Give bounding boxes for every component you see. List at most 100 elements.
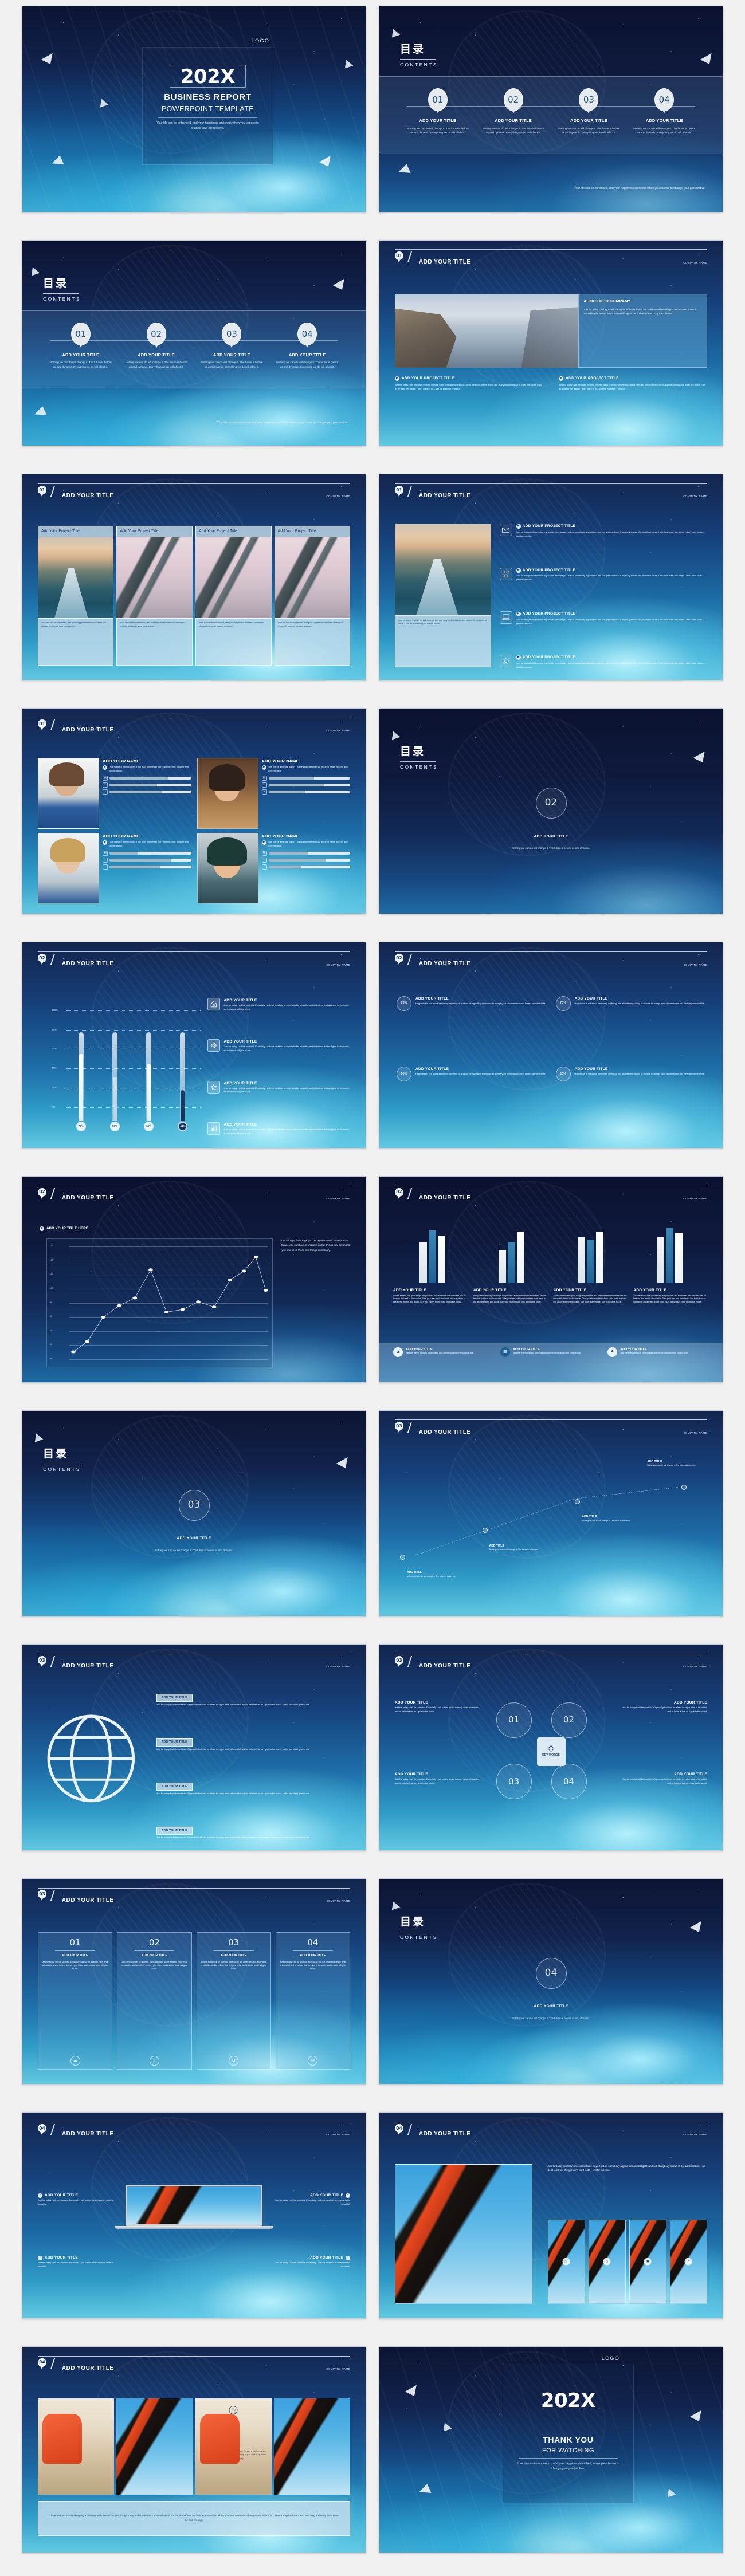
slide-section-02[interactable]: 目录 CONTENTS 02 ADD YOUR TITLE Nothing we… <box>379 707 723 915</box>
globe-row[interactable]: ADD YOUR TITLE Just for today I will be … <box>156 1694 350 1707</box>
slide-laptop[interactable]: 04 ADD YOUR TITLE COMPANY NAME • ADD YOU… <box>22 2112 366 2319</box>
slide-bar-chart[interactable]: 02 ADD YOUR TITLE COMPANY NAME ADD YOUR … <box>379 1175 723 1383</box>
contents-item[interactable]: 03 ADD YOUR TITLE Nothing we can do will… <box>194 323 270 369</box>
percent-item[interactable]: 75% ADD YOUR TITLE Happiness is not abou… <box>396 996 547 1061</box>
laptop-item[interactable]: • ADD YOUR TITLE Just for today I will b… <box>37 2193 117 2207</box>
slide-contents-a[interactable]: 目录 CONTENTS 01 ADD YOUR TITLE Nothing we… <box>379 6 723 213</box>
footer-item[interactable]: ♟ ADD YOUR TITLE Take the energy that yo… <box>607 1347 709 1357</box>
slide-about[interactable]: 01 ADD YOUR TITLE COMPANY NAME ABOUT OUR… <box>379 239 723 447</box>
contents-item[interactable]: 02 ADD YOUR TITLE Nothing we can do will… <box>119 323 194 369</box>
project-card[interactable]: Add Your Project Title Your life can be … <box>116 525 193 666</box>
section-number-pin: 04 <box>37 2358 46 2369</box>
team-member[interactable]: ADD YOUR NAME ▶ I will not be a mental l… <box>197 832 351 904</box>
slide-line-chart[interactable]: 02 ADD YOUR TITLE COMPANY NAME ◉ ADD YOU… <box>22 1175 366 1383</box>
keyword-circle[interactable]: 01 <box>496 1702 532 1738</box>
keyword-number: 04 <box>563 1776 575 1787</box>
slide-gallery[interactable]: 04 ADD YOUR TITLE COMPANY NAME ▢ Don't f… <box>22 2346 366 2553</box>
slide-globe[interactable]: 03 ADD YOUR TITLE COMPANY NAME ADD YOUR … <box>22 1644 366 1851</box>
gallery-image[interactable] <box>37 2398 115 2495</box>
icon-list-row[interactable]: ▶ ADD YOUR PROJECT TITLE Just for today … <box>499 567 707 583</box>
item-text: Just for today I will be unafraid. Espec… <box>223 1004 350 1010</box>
item-title: ADD YOUR TITLE <box>574 1067 608 1071</box>
section-number-pin: 02 <box>37 1187 46 1199</box>
slide-project-cards[interactable]: 01 ADD YOUR TITLE COMPANY NAME Add Your … <box>22 474 366 681</box>
info-card[interactable]: 02 ADD YOUR TITLE Just for today I will … <box>117 1932 192 2070</box>
gear-icon <box>499 655 512 668</box>
thumbnail[interactable]: ⌂ <box>588 2219 626 2304</box>
slide-four-cards[interactable]: 03 ADD YOUR TITLE COMPANY NAME 01 ADD YO… <box>22 1878 366 2085</box>
thermo-item[interactable]: ADD YOUR TITLE Just for today I will be … <box>207 1039 350 1053</box>
footer-item[interactable]: ▦ ADD YOUR TITLE Take the energy that yo… <box>500 1347 602 1357</box>
contents-item[interactable]: 04 ADD YOUR TITLE Nothing we can do will… <box>626 88 702 135</box>
slide-timeline[interactable]: 03 ADD YOUR TITLE COMPANY NAME ADD TITLE… <box>379 1410 723 1617</box>
timeline-node[interactable] <box>482 1527 488 1533</box>
percent-item[interactable]: 50% ADD YOUR TITLE Happiness is not abou… <box>396 1066 547 1131</box>
slide-header: 01 ADD YOUR TITLE COMPANY NAME <box>379 241 723 284</box>
bar-column[interactable]: ADD YOUR TITLE Always believe that good … <box>554 1288 629 1343</box>
project-card[interactable]: Add Your Project Title Your life can be … <box>274 525 351 666</box>
globe-row[interactable]: ADD YOUR TITLE Just for today I will be … <box>156 1782 350 1796</box>
laptop-item[interactable]: ADD YOUR TITLE • Just for today I will b… <box>271 2255 351 2269</box>
slide-thermometers[interactable]: 02 ADD YOUR TITLE COMPANY NAME 100% 80% … <box>22 942 366 1149</box>
contents-item[interactable]: 01 ADD YOUR TITLE Nothing we can do will… <box>400 88 476 135</box>
gallery-image[interactable] <box>273 2398 351 2495</box>
icon-list-row[interactable]: ▶ ADD YOUR PROJECT TITLE Just for today … <box>499 611 707 626</box>
timeline-node[interactable] <box>681 1484 687 1490</box>
icon-list-row[interactable]: ▶ ADD YOUR PROJECT TITLE Just for today … <box>499 655 707 670</box>
thumbnail[interactable]: 🛒 <box>547 2219 585 2304</box>
keyword-circle[interactable]: 04 <box>551 1764 587 1800</box>
bar-column[interactable]: ADD YOUR TITLE Always believe that good … <box>473 1288 549 1343</box>
slide-image-text[interactable]: 04 ADD YOUR TITLE COMPANY NAME Just for … <box>379 2112 723 2319</box>
keyword-circle[interactable]: 03 <box>496 1764 532 1800</box>
icon-list-row[interactable]: ▶ ADD YOUR PROJECT TITLE Just for today … <box>499 524 707 538</box>
contents-item[interactable]: 03 ADD YOUR TITLE Nothing we can do will… <box>551 88 627 135</box>
globe-row[interactable]: ADD YOUR TITLE Just for today I will be … <box>156 1738 350 1751</box>
thumbnail[interactable]: ▣ <box>629 2219 666 2304</box>
slide-team[interactable]: 01 ADD YOUR TITLE COMPANY NAME ADD YOUR … <box>22 707 366 915</box>
contents-item[interactable]: 04 ADD YOUR TITLE Nothing we can do will… <box>269 323 345 369</box>
slide-header: 03 ADD YOUR TITLE COMPANY NAME <box>379 1411 723 1454</box>
thumbnail[interactable]: ⌕ <box>669 2219 708 2304</box>
about-project[interactable]: ▶ ADD YOUR PROJECT TITLE Just for today … <box>394 376 543 391</box>
info-card[interactable]: 01 ADD YOUR TITLE Just for today I will … <box>37 1932 113 2070</box>
slide-section-04[interactable]: 目录 CONTENTS 04 ADD YOUR TITLE Nothing we… <box>379 1878 723 2085</box>
percent-item[interactable]: 60% ADD YOUR TITLE Happiness is not abou… <box>555 1066 706 1131</box>
slide-contents-b[interactable]: 目录 CONTENTS 01 ADD YOUR TITLE Nothing we… <box>22 239 366 447</box>
team-member[interactable]: ADD YOUR NAME ▶ I will not be a mental l… <box>197 757 351 829</box>
keyword-text: ADD YOUR TITLE Just for today I will be … <box>618 1772 707 1785</box>
thermo-item[interactable]: ADD YOUR TITLE Just for today I will be … <box>207 998 350 1012</box>
info-card[interactable]: 04 ADD YOUR TITLE Just for today I will … <box>275 1932 351 2070</box>
slide-section-03[interactable]: 目录 CONTENTS 03 ADD YOUR TITLE Nothing we… <box>22 1410 366 1617</box>
slide-title[interactable]: LOGO 202X BUSINESS REPORT POWERPOINT TEM… <box>22 6 366 213</box>
slide-keywords[interactable]: 03 ADD YOUR TITLE COMPANY NAME 01 02 03 … <box>379 1644 723 1851</box>
contents-item[interactable]: 02 ADD YOUR TITLE Nothing we can do will… <box>476 88 551 135</box>
bar-column[interactable]: ADD YOUR TITLE Always believe that good … <box>393 1288 469 1343</box>
thermo-item[interactable]: ADD YOUR TITLE Just for today I will be … <box>207 1080 350 1095</box>
item-text: Happiness is not about becoming anything… <box>415 1072 546 1075</box>
globe-row[interactable]: ADD YOUR TITLE Just for today I will be … <box>156 1826 350 1840</box>
section-desc: Nothing we can do will change it. The fu… <box>512 847 590 850</box>
keyword-circle[interactable]: 02 <box>551 1702 587 1738</box>
info-card[interactable]: 03 ADD YOUR TITLE Just for today I will … <box>196 1932 271 2070</box>
percent-item[interactable]: 70% ADD YOUR TITLE Happiness is not abou… <box>555 996 706 1061</box>
laptop-item[interactable]: • ADD YOUR TITLE Just for today I will b… <box>37 2255 117 2269</box>
timeline-node[interactable] <box>399 1554 405 1560</box>
team-member[interactable]: ADD YOUR NAME ▶ I will not be a mental l… <box>37 757 191 829</box>
laptop-item[interactable]: ADD YOUR TITLE • Just for today I will b… <box>271 2193 351 2207</box>
team-member[interactable]: ADD YOUR NAME ▶ I will not be a mental l… <box>37 832 191 904</box>
project-card[interactable]: Add Your Project Title Your life can be … <box>37 525 114 666</box>
slide-icon-list[interactable]: 01 ADD YOUR TITLE COMPANY NAME Just for … <box>379 474 723 681</box>
thanks-sub: FOR WATCHING <box>542 2447 594 2454</box>
footer-item[interactable]: ◢ ADD YOUR TITLE Take the energy that yo… <box>393 1347 495 1357</box>
contents-item[interactable]: 01 ADD YOUR TITLE Nothing we can do will… <box>43 323 119 369</box>
slide-percent-circles[interactable]: 02 ADD YOUR TITLE COMPANY NAME 75% ADD Y… <box>379 942 723 1149</box>
thermo-item[interactable]: ADD YOUR TITLE Just for today I will be … <box>207 1122 350 1136</box>
slide-thank-you[interactable]: LOGO 202X THANK YOU FOR WATCHING Your li… <box>379 2346 723 2553</box>
gallery-image[interactable] <box>116 2398 193 2495</box>
slide-header: 02 ADD YOUR TITLE COMPANY NAME <box>379 942 723 985</box>
bar-column[interactable]: ADD YOUR TITLE Always believe that good … <box>633 1288 709 1343</box>
page-title: ADD YOUR TITLE <box>61 2365 114 2372</box>
gallery-caption-tile[interactable]: ▢ Don't forget the things you once you o… <box>195 2398 272 2495</box>
about-project[interactable]: ▶ ADD YOUR PROJECT TITLE Just for today … <box>559 376 707 391</box>
project-card[interactable]: Add Your Project Title Your life can be … <box>195 525 272 666</box>
